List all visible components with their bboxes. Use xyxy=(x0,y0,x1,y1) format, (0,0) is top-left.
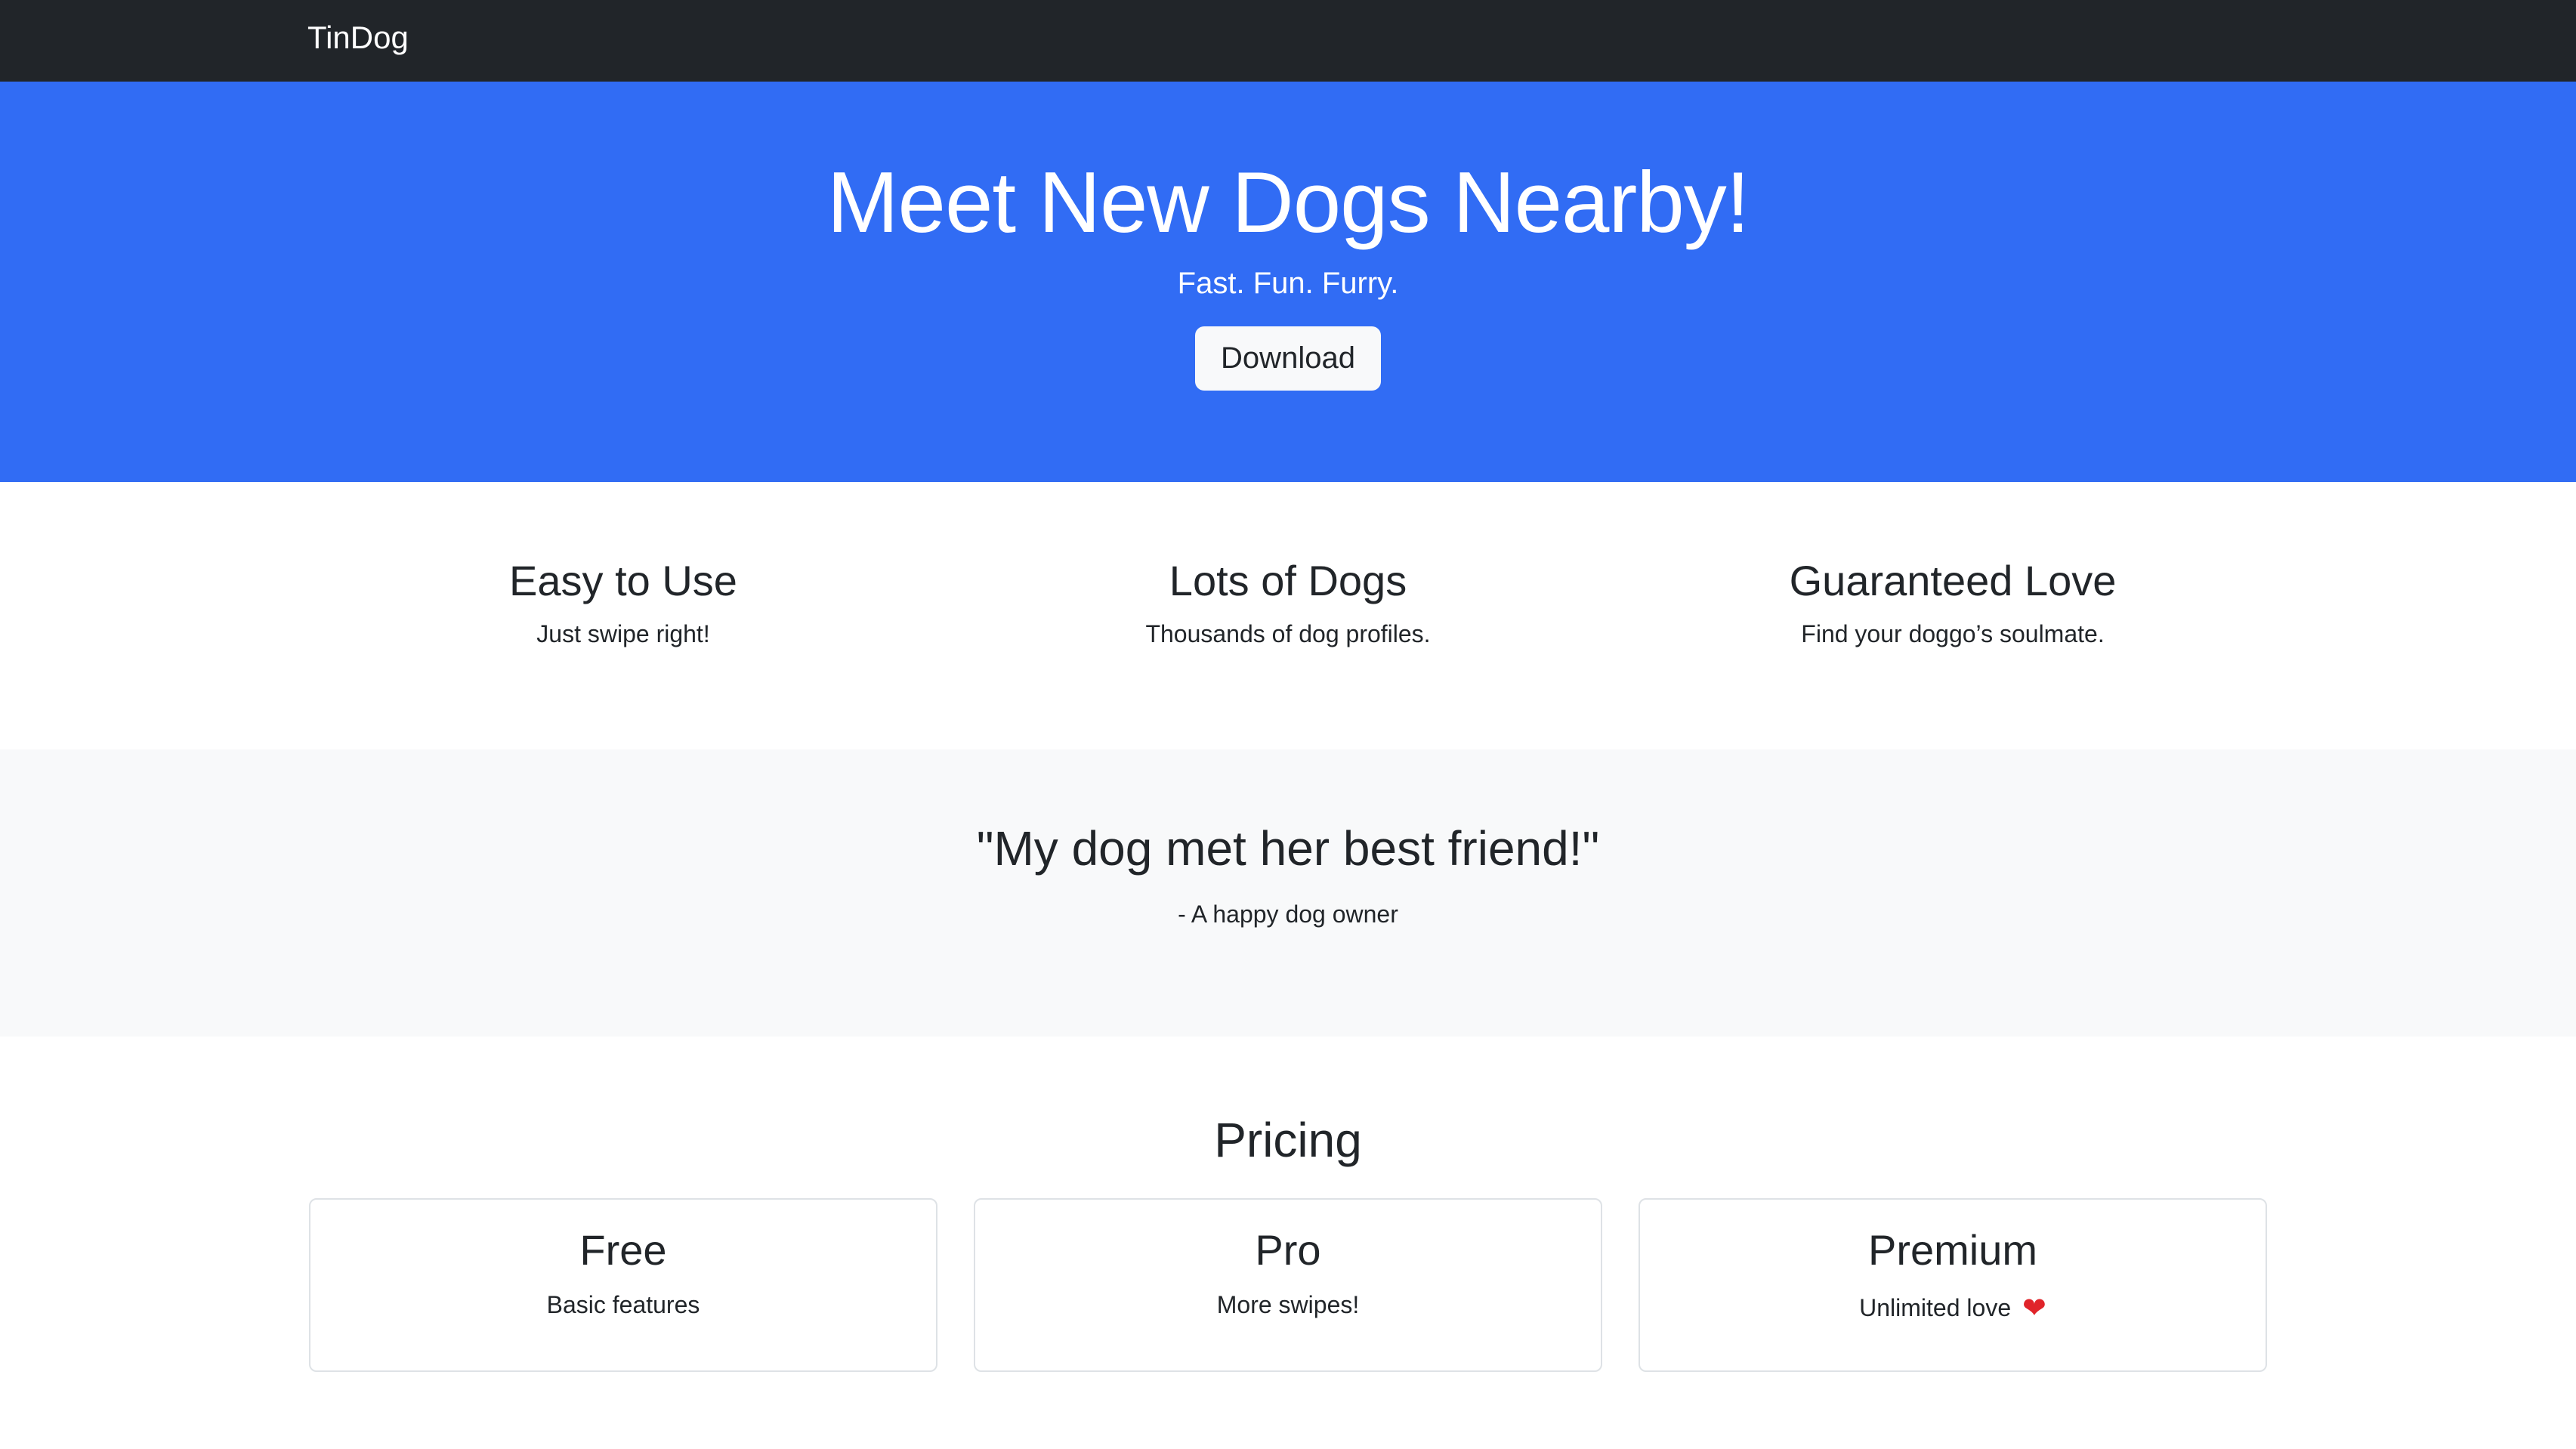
features-section: Easy to Use Just swipe right! Lots of Do… xyxy=(0,482,2576,749)
testimonial-author: - A happy dog owner xyxy=(1178,901,1398,928)
plan-name: Pro xyxy=(1255,1226,1321,1274)
pricing-cards: Free Basic features Pro More swipes! Pre… xyxy=(0,1198,2576,1372)
feature-guaranteed-love: Guaranteed Love Find your doggo’s soulma… xyxy=(1620,482,2285,749)
pricing-section: Pricing Free Basic features Pro More swi… xyxy=(0,1037,2576,1372)
navbar: TinDog xyxy=(0,0,2576,82)
hero-section: Meet New Dogs Nearby! Fast. Fun. Furry. … xyxy=(0,82,2576,482)
hero-subtitle: Fast. Fun. Furry. xyxy=(1177,267,1399,301)
pricing-card-premium: Premium Unlimited love ❤ xyxy=(1639,1198,2267,1372)
pricing-card-free: Free Basic features xyxy=(309,1198,937,1372)
feature-title: Lots of Dogs xyxy=(1169,557,1407,604)
feature-text: Thousands of dog profiles. xyxy=(1145,620,1431,647)
feature-title: Guaranteed Love xyxy=(1789,557,2117,604)
testimonial-section: "My dog met her best friend!" - A happy … xyxy=(0,749,2576,1037)
plan-description: More swipes! xyxy=(1216,1291,1360,1318)
download-button[interactable]: Download xyxy=(1195,326,1381,391)
pricing-card-pro: Pro More swipes! xyxy=(974,1198,1602,1372)
feature-easy-to-use: Easy to Use Just swipe right! xyxy=(291,482,956,749)
feature-lots-of-dogs: Lots of Dogs Thousands of dog profiles. xyxy=(956,482,1620,749)
pricing-title: Pricing xyxy=(1214,1113,1362,1167)
plan-description: Basic features xyxy=(546,1291,700,1318)
feature-title: Easy to Use xyxy=(509,557,737,604)
feature-text: Find your doggo’s soulmate. xyxy=(1801,620,2105,647)
plan-name: Free xyxy=(579,1226,667,1274)
hero-title: Meet New Dogs Nearby! xyxy=(826,155,1750,251)
testimonial-quote: "My dog met her best friend!" xyxy=(976,821,1600,876)
plan-description: Unlimited love xyxy=(1859,1294,2012,1321)
plan-description-row: Unlimited love ❤ xyxy=(1640,1291,2266,1325)
heart-icon: ❤ xyxy=(2022,1293,2046,1324)
plan-name: Premium xyxy=(1867,1226,2038,1274)
feature-text: Just swipe right! xyxy=(536,620,710,647)
brand-link[interactable]: TinDog xyxy=(307,20,409,56)
